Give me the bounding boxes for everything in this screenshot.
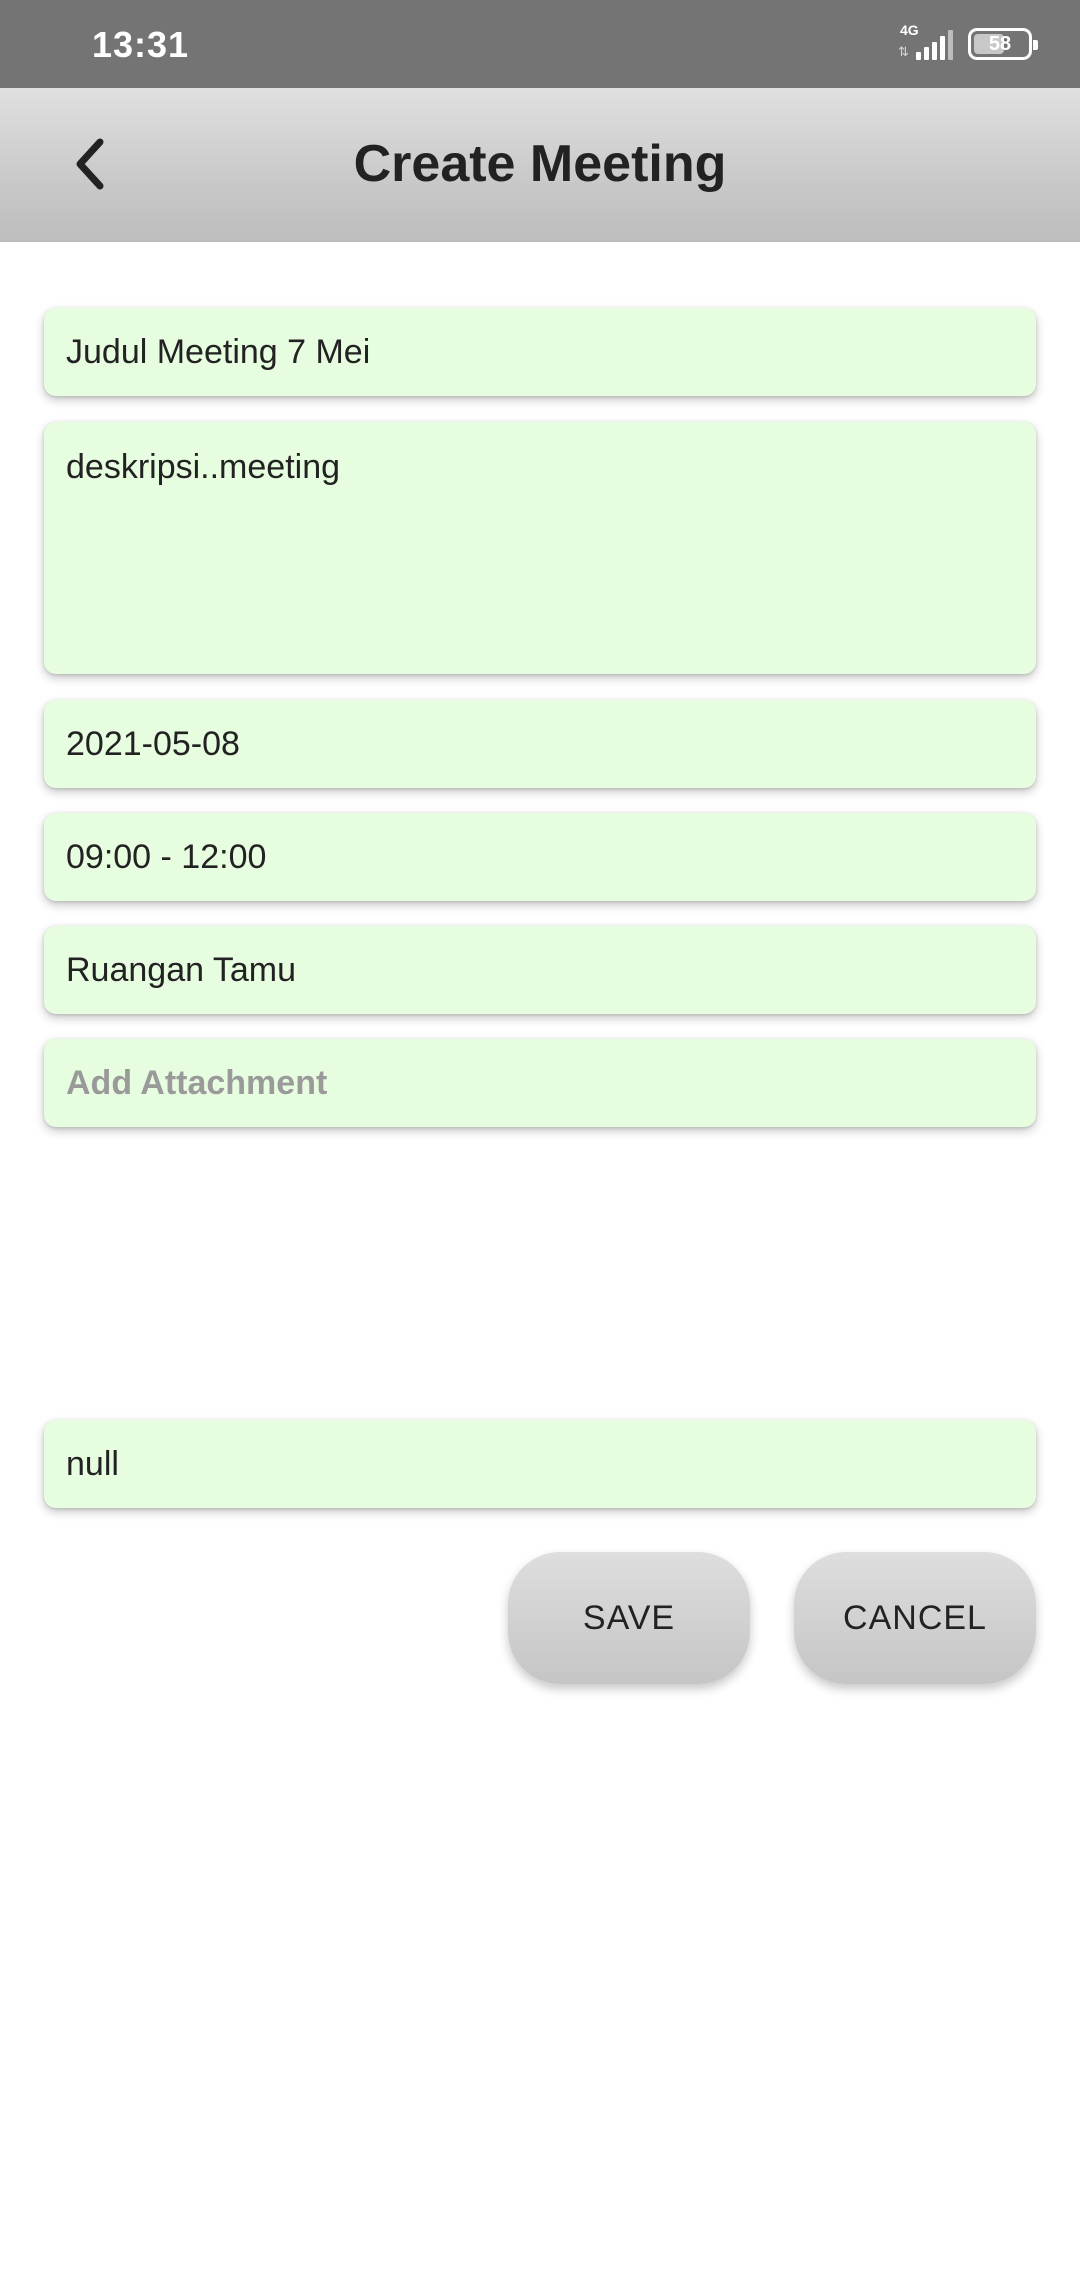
- add-attachment-field[interactable]: Add Attachment: [44, 1039, 1036, 1127]
- battery-percentage: 58: [988, 32, 1012, 55]
- status-bar: 13:31 4G ⇅ 58: [0, 0, 1080, 88]
- extra-field[interactable]: null: [44, 1420, 1036, 1508]
- meeting-date-field[interactable]: 2021-05-08: [44, 700, 1036, 788]
- meeting-title-value: Judul Meeting 7 Mei: [66, 332, 371, 371]
- meeting-date-value: 2021-05-08: [66, 724, 240, 763]
- page-title: Create Meeting: [353, 135, 727, 193]
- network-type-label: 4G: [900, 22, 919, 38]
- create-meeting-screen: 13:31 4G ⇅ 58 Create Meeting Judul Meeti…: [0, 0, 1080, 2280]
- status-time: 13:31: [92, 24, 190, 65]
- battery-icon: 58: [968, 28, 1038, 60]
- cancel-button[interactable]: CANCEL: [794, 1552, 1036, 1684]
- save-button-label: SAVE: [582, 1598, 676, 1637]
- meeting-description-field[interactable]: deskripsi..meeting: [44, 422, 1036, 674]
- cancel-button-label: CANCEL: [843, 1598, 987, 1637]
- meeting-location-value: Ruangan Tamu: [66, 950, 296, 989]
- app-bar: Create Meeting: [0, 88, 1080, 242]
- status-icons: 4G ⇅ 58: [896, 22, 1038, 62]
- extra-field-value: null: [66, 1444, 119, 1483]
- signal-icon: 4G ⇅: [896, 22, 954, 62]
- meeting-time-value: 09:00 - 12:00: [66, 837, 267, 876]
- meeting-time-field[interactable]: 09:00 - 12:00: [44, 813, 1036, 901]
- add-attachment-placeholder: Add Attachment: [66, 1063, 328, 1102]
- meeting-location-field[interactable]: Ruangan Tamu: [44, 926, 1036, 1014]
- meeting-description-value: deskripsi..meeting: [66, 448, 341, 486]
- save-button[interactable]: SAVE: [508, 1552, 750, 1684]
- meeting-title-field[interactable]: Judul Meeting 7 Mei: [44, 308, 1036, 396]
- data-arrows-icon: ⇅: [898, 44, 909, 59]
